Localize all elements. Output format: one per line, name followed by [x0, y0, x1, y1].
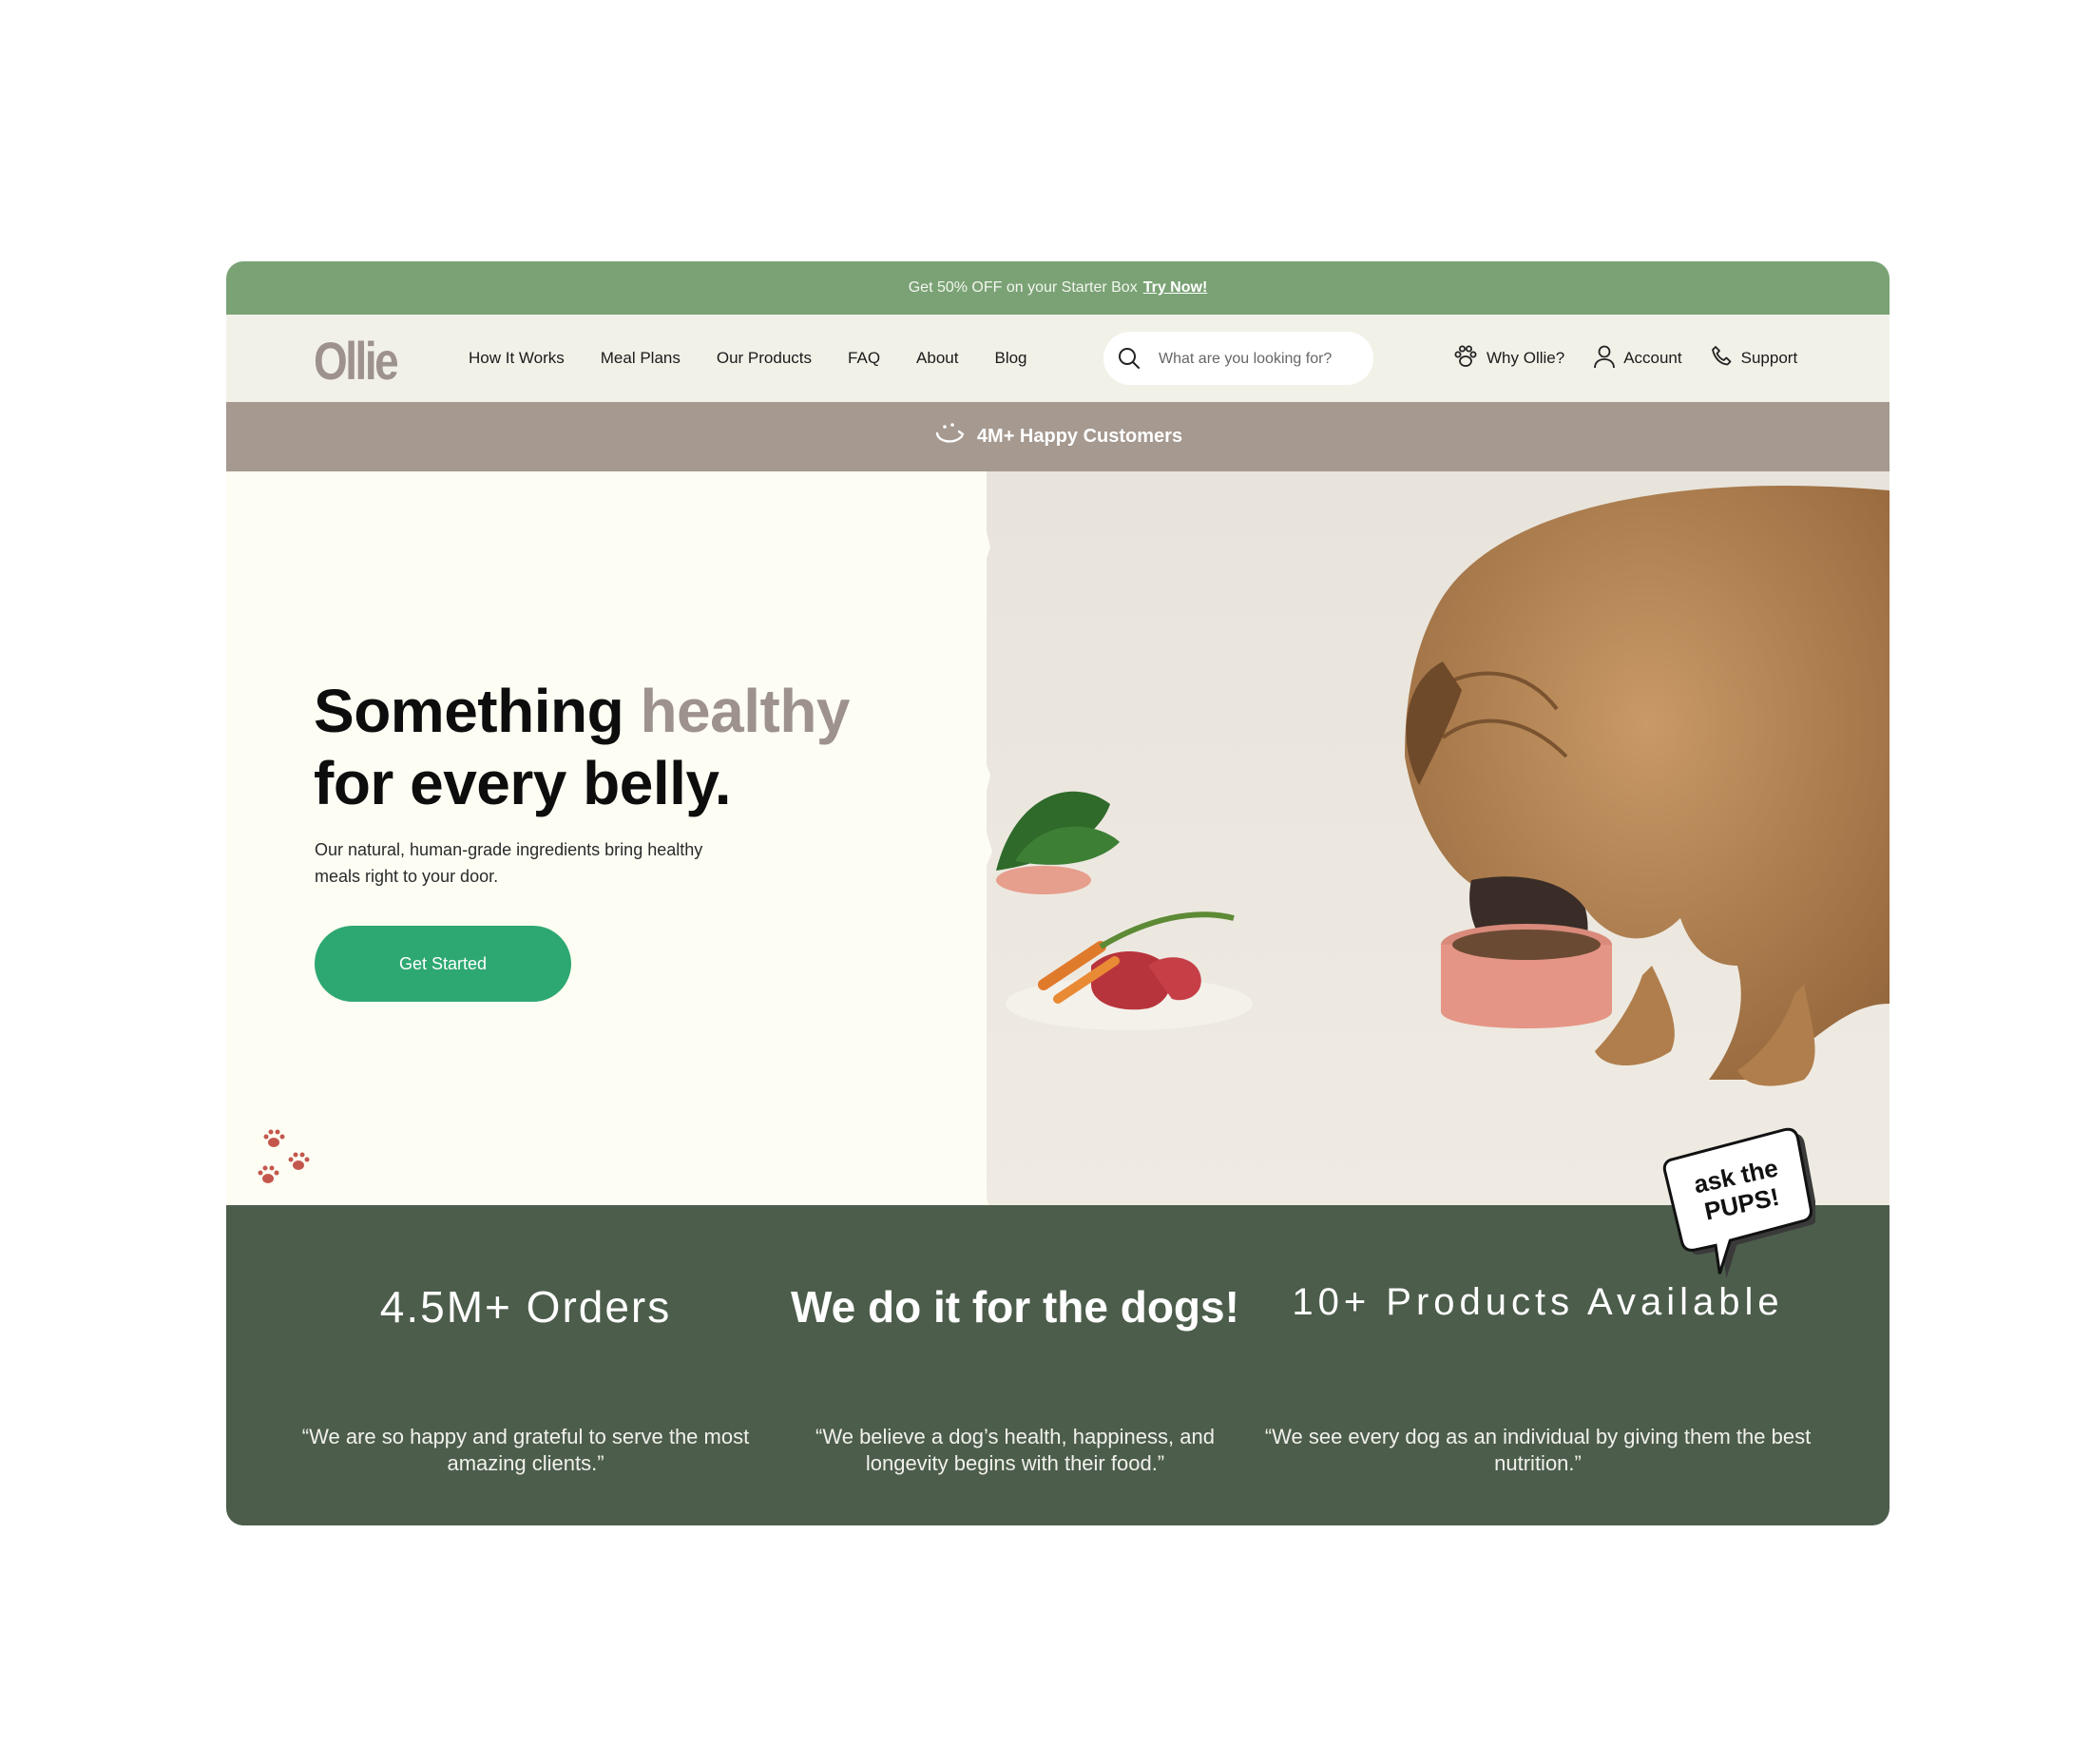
stat-orders-title: 4.5M+ Orders: [379, 1282, 672, 1332]
torn-paper-edge: [949, 471, 992, 1205]
main-nav: Ollie How It Works Meal Plans Our Produc…: [226, 315, 1890, 402]
smile-icon: [933, 420, 966, 454]
nav-blog[interactable]: Blog: [994, 349, 1026, 368]
paw-icon: [1452, 344, 1479, 374]
nav-our-products[interactable]: Our Products: [717, 349, 812, 368]
page-frame: Get 50% OFF on your Starter Box Try Now!…: [226, 261, 1890, 1525]
happy-customers-band: 4M+ Happy Customers: [226, 402, 1890, 471]
account-link[interactable]: Account: [1593, 344, 1682, 374]
stat-orders: 4.5M+ Orders “We are so happy and gratef…: [264, 1281, 787, 1475]
stat-dogs: We do it for the dogs! “We believe a dog…: [777, 1281, 1253, 1475]
support-link[interactable]: Support: [1711, 345, 1798, 373]
stat-dogs-quote: “We believe a dog’s health, happiness, a…: [815, 1425, 1215, 1475]
phone-icon: [1711, 345, 1734, 373]
search-icon: [1117, 346, 1141, 375]
hero-section: Something healthy for every belly. Our n…: [226, 471, 1890, 1205]
promo-text: Get 50% OFF on your Starter Box: [908, 279, 1138, 296]
nav-faq[interactable]: FAQ: [848, 349, 880, 368]
headline-accent: healthy: [640, 677, 850, 745]
stat-dogs-title: We do it for the dogs!: [791, 1282, 1239, 1332]
headline-part1: Something: [314, 677, 641, 745]
why-ollie-link[interactable]: Why Ollie?: [1452, 344, 1564, 374]
nav-meal-plans[interactable]: Meal Plans: [601, 349, 681, 368]
hero-headline: Something healthy for every belly.: [314, 675, 850, 819]
hero-subtext: Our natural, human-grade ingredients bri…: [315, 840, 703, 886]
get-started-button[interactable]: Get Started: [315, 926, 571, 1002]
stat-products-quote: “We see every dog as an individual by gi…: [1264, 1425, 1812, 1475]
ollie-logo[interactable]: Ollie: [314, 330, 399, 392]
promo-bar: Get 50% OFF on your Starter Box Try Now!: [226, 261, 1890, 315]
stats-section: 4.5M+ Orders “We are so happy and gratef…: [226, 1205, 1890, 1525]
support-label: Support: [1740, 349, 1798, 367]
search-input[interactable]: [1157, 345, 1360, 374]
utility-nav: Why Ollie? Account Support: [1452, 315, 1797, 402]
hero-dog-photo: [987, 471, 1890, 1205]
paw-prints-icon: [253, 1127, 319, 1198]
nav-about[interactable]: About: [916, 349, 958, 368]
headline-line2: for every belly.: [314, 749, 732, 817]
stat-orders-quote: “We are so happy and grateful to serve t…: [301, 1425, 750, 1475]
why-ollie-label: Why Ollie?: [1487, 349, 1565, 367]
nav-menu: How It Works Meal Plans Our Products FAQ…: [469, 315, 1027, 402]
promo-link[interactable]: Try Now!: [1143, 279, 1208, 297]
nav-how-it-works[interactable]: How It Works: [469, 349, 565, 368]
happy-customers-text: 4M+ Happy Customers: [976, 426, 1183, 447]
user-icon: [1593, 344, 1616, 374]
account-label: Account: [1623, 349, 1682, 367]
search-box[interactable]: [1103, 332, 1373, 385]
ask-the-pups-badge[interactable]: ask the PUPS!: [1654, 1117, 1815, 1288]
